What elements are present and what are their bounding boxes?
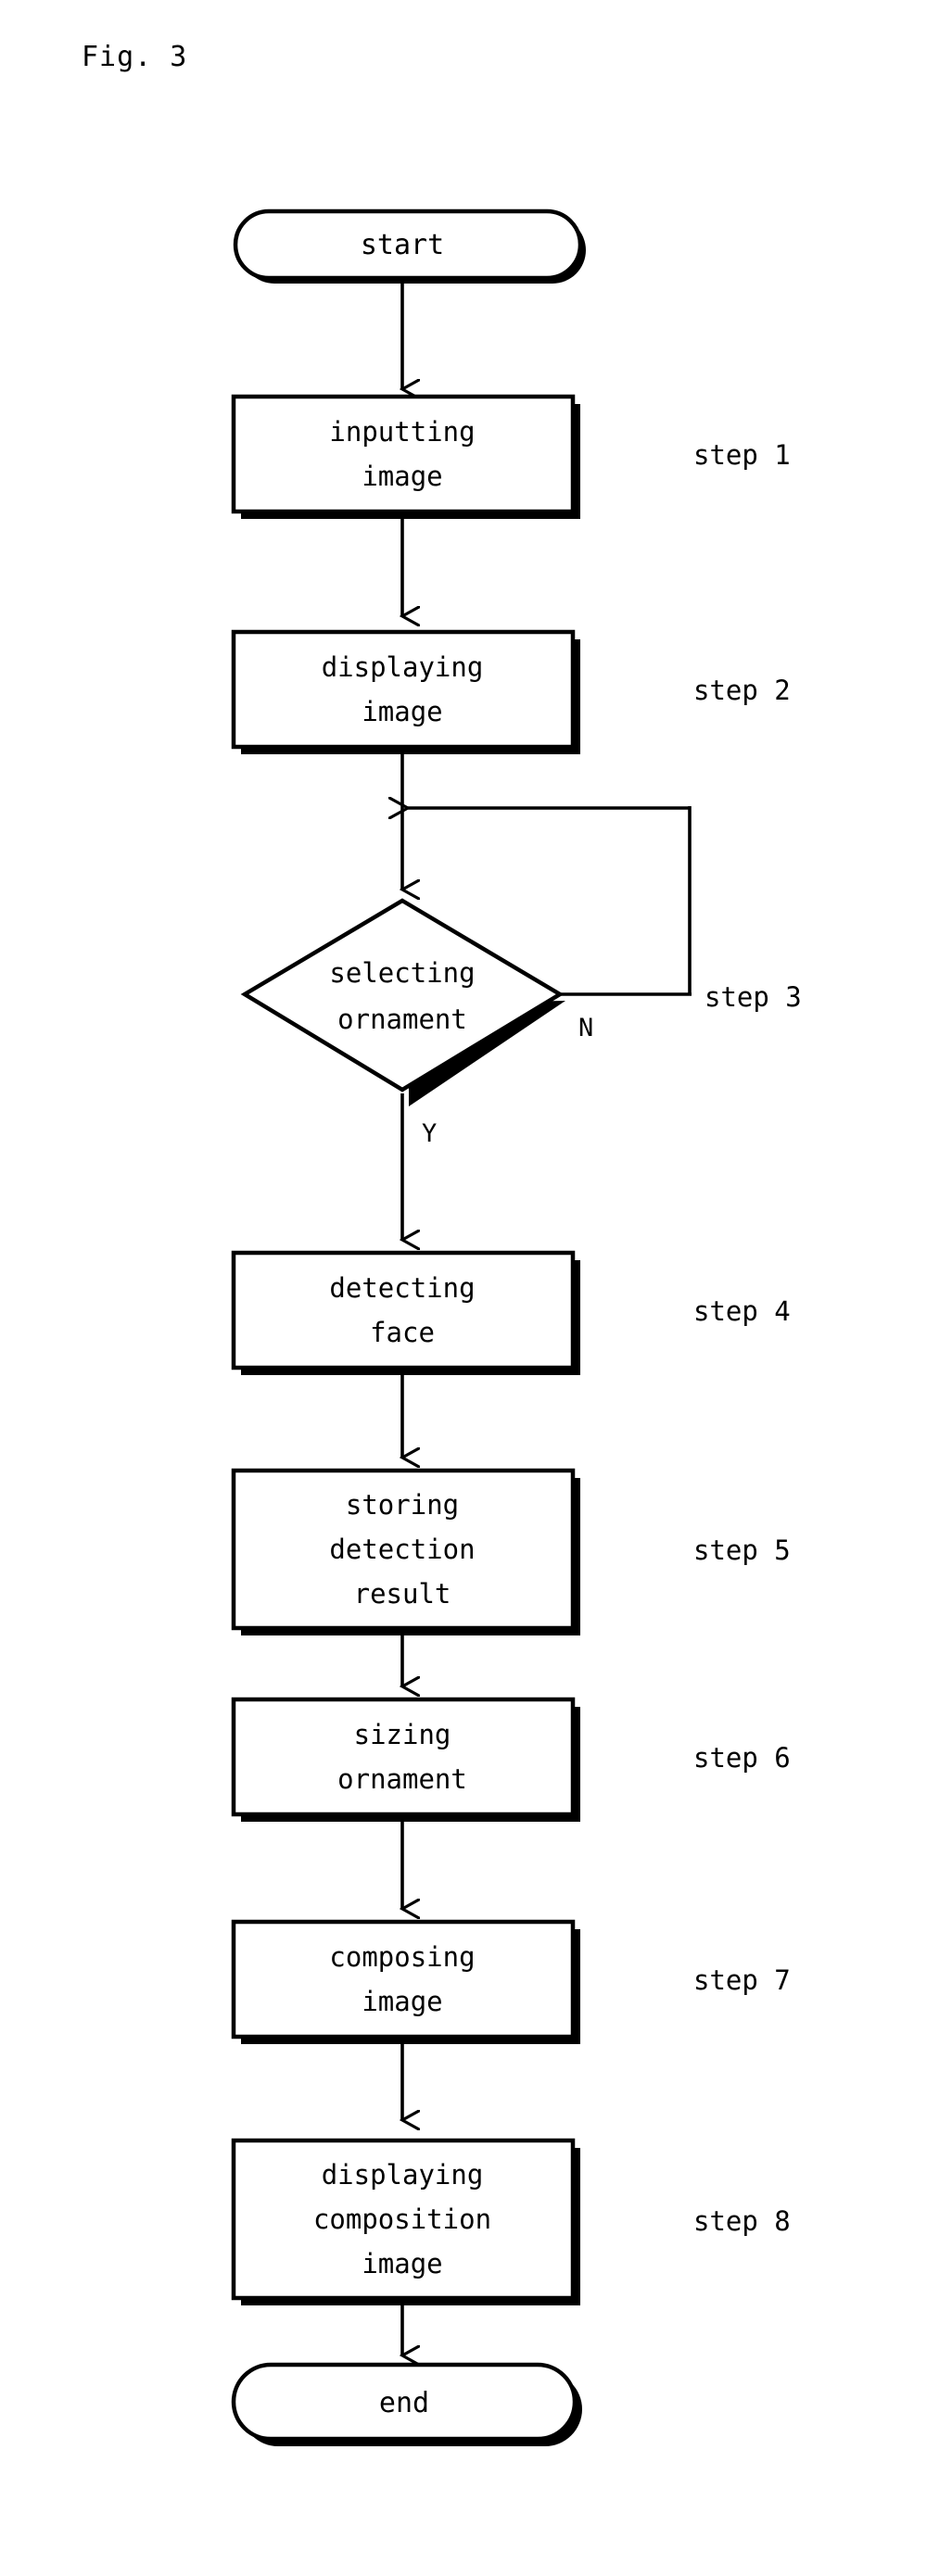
step-label-8: step 8	[693, 2205, 791, 2237]
end-label: end	[379, 2387, 429, 2419]
branch-label-yes: Y	[422, 1119, 438, 1148]
node-end: end	[231, 2362, 582, 2446]
step6-label-line1: sizing	[354, 1719, 451, 1750]
step5-label-line2: detection	[329, 1534, 475, 1565]
start-label: start	[361, 229, 444, 261]
step7-shape	[231, 1919, 576, 2039]
step-label-5: step 5	[693, 1534, 791, 1566]
node-step3: selecting ornament	[240, 898, 565, 1106]
step5-label-line3: result	[354, 1578, 451, 1610]
step8-label-line3: image	[362, 2248, 442, 2279]
flowchart-canvas: start inputting image displaying image s…	[231, 208, 692, 2446]
step2-label-line1: displaying	[322, 651, 484, 683]
step-label-2: step 2	[693, 675, 791, 706]
step4-label-line1: detecting	[329, 1272, 475, 1304]
step2-label-line2: image	[362, 696, 442, 727]
step4-shape	[231, 1250, 576, 1370]
node-step8: displaying composition image	[231, 2138, 580, 2305]
node-step7: composing image	[231, 1919, 580, 2044]
step8-label-line1: displaying	[322, 2159, 484, 2191]
step8-label-line2: composition	[313, 2203, 491, 2235]
step-label-1: step 1	[693, 439, 791, 471]
step6-label-line2: ornament	[337, 1763, 467, 1795]
node-step6: sizing ornament	[231, 1697, 580, 1822]
node-step1: inputting image	[231, 394, 580, 519]
step2-shape	[231, 629, 576, 750]
step3-label-line2: ornament	[337, 1004, 467, 1035]
node-step4: detecting face	[231, 1250, 580, 1375]
step-label-4: step 4	[693, 1295, 791, 1327]
step3-shape	[240, 898, 565, 1092]
step1-label-line1: inputting	[329, 416, 475, 448]
node-start: start	[233, 208, 586, 284]
step7-label-line1: composing	[329, 1941, 475, 1973]
step3-label-line1: selecting	[329, 957, 475, 989]
step1-shape	[231, 394, 576, 514]
step-label-3: step 3	[704, 981, 802, 1013]
step1-label-line2: image	[362, 461, 442, 492]
branch-label-no: N	[578, 1014, 594, 1042]
step-label-6: step 6	[693, 1742, 791, 1774]
node-step2: displaying image	[231, 629, 580, 754]
node-step5: storing detection result	[231, 1468, 580, 1635]
step6-shape	[231, 1697, 576, 1817]
step5-label-line1: storing	[346, 1489, 459, 1521]
step-label-7: step 7	[693, 1964, 791, 1996]
step7-label-line2: image	[362, 1986, 442, 2017]
step4-label-line2: face	[370, 1317, 435, 1348]
